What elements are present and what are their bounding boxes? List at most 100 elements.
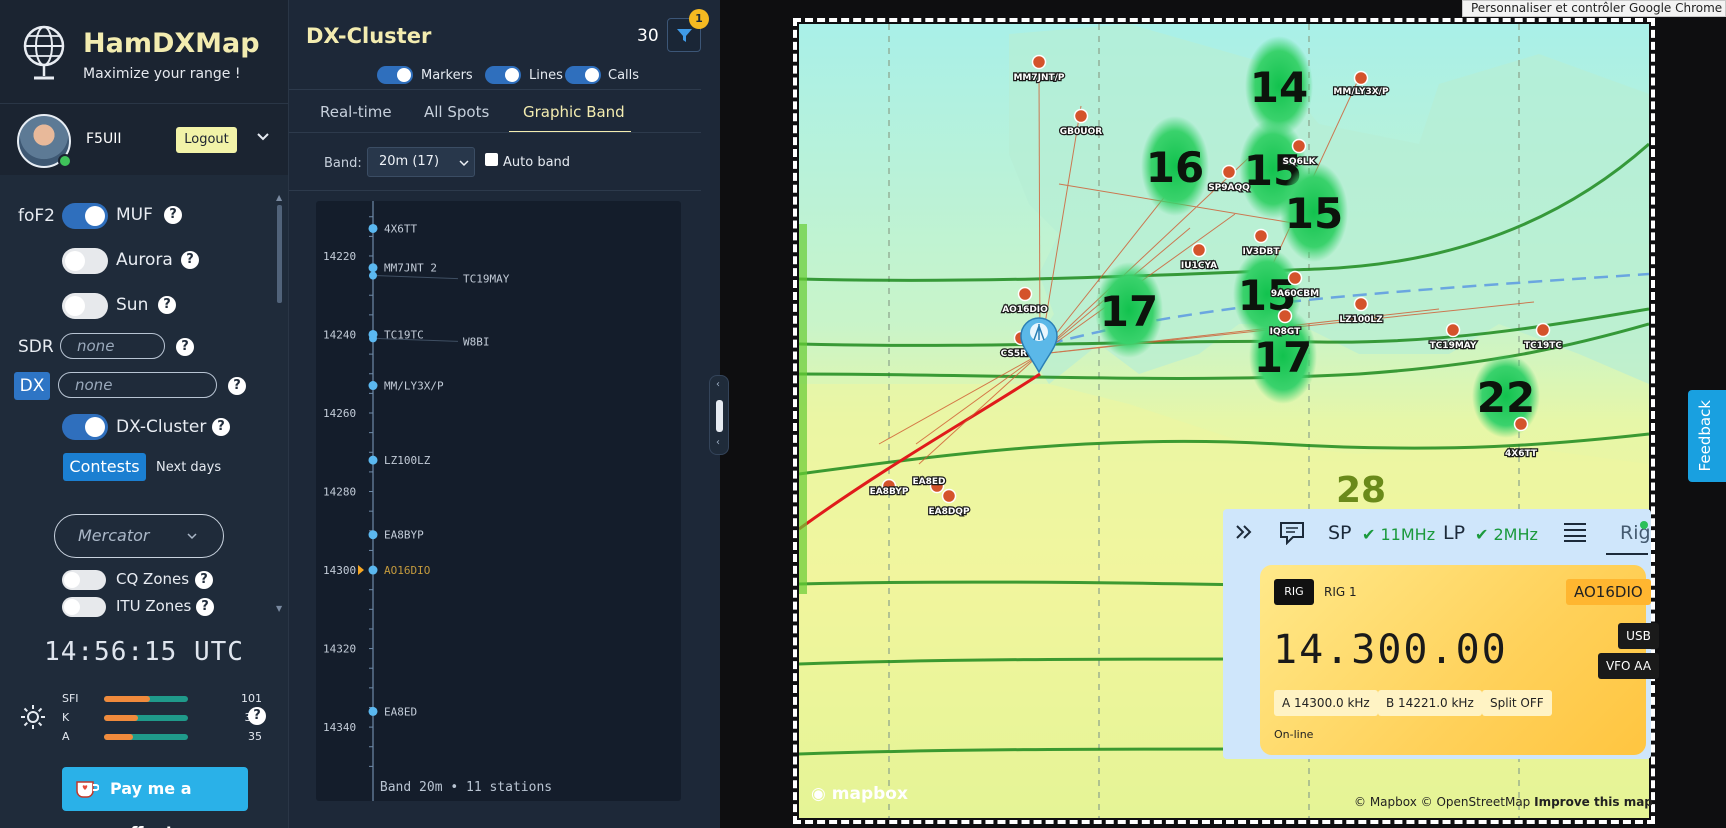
sp-tab[interactable]: SP — [1328, 522, 1352, 544]
dx-input[interactable]: none — [58, 372, 217, 398]
improve-map-link[interactable]: Improve this map — [1534, 795, 1653, 809]
spot-label[interactable]: EA8ED — [384, 705, 417, 718]
sdr-help-icon[interactable]: ? — [176, 338, 194, 356]
spot-label[interactable]: MM7JNT 2 — [384, 262, 437, 275]
spot-label[interactable]: LZ100LZ — [384, 454, 431, 467]
spot-dot[interactable] — [368, 263, 378, 273]
chat-icon[interactable] — [1279, 521, 1305, 545]
station-label[interactable]: IV3DBT — [1241, 246, 1281, 259]
spot-dot[interactable] — [369, 334, 377, 343]
station-label[interactable]: SP9AQQ — [1207, 182, 1251, 195]
station-marker[interactable] — [1287, 270, 1303, 286]
collapse-left-icon[interactable]: ‹ — [716, 379, 720, 390]
station-marker[interactable] — [1017, 286, 1033, 302]
solar-help-icon[interactable]: ? — [248, 707, 266, 725]
list-icon[interactable] — [1562, 521, 1588, 543]
scroll-up-icon[interactable]: ▲ — [276, 193, 284, 202]
station-label[interactable]: SQ6LK — [1281, 156, 1318, 169]
muf-toggle[interactable] — [62, 203, 108, 229]
station-label[interactable]: EA8BYP — [868, 486, 910, 499]
station-label[interactable]: EA8DQP — [927, 506, 971, 519]
dxcluster-help-icon[interactable]: ? — [212, 418, 230, 436]
station-marker[interactable] — [1253, 228, 1269, 244]
auto-band-checkbox[interactable] — [485, 153, 498, 166]
station-label[interactable]: IQ8GT — [1268, 326, 1302, 339]
spot-label[interactable]: TC19MAY — [463, 273, 510, 286]
station-marker[interactable] — [1191, 242, 1207, 258]
station-label[interactable]: TC19TC — [1523, 340, 1564, 353]
station-marker[interactable] — [1221, 164, 1237, 180]
lines-toggle[interactable] — [485, 66, 521, 84]
muf-help-icon[interactable]: ? — [164, 206, 182, 224]
rig-callsign[interactable]: AO16DIO — [1566, 579, 1651, 605]
station-marker[interactable] — [1031, 54, 1047, 70]
itu-zones-help-icon[interactable]: ? — [196, 598, 214, 616]
station-label[interactable]: LZ100LZ — [1338, 314, 1384, 327]
sun-toggle[interactable] — [62, 293, 108, 319]
station-label[interactable]: TC19MAY — [1428, 340, 1478, 353]
aurora-help-icon[interactable]: ? — [181, 251, 199, 269]
projection-select[interactable]: Mercator — [54, 514, 224, 558]
itu-zones-toggle[interactable] — [62, 597, 106, 617]
spot-label[interactable]: EA8BYP — [384, 529, 424, 542]
split-chip[interactable]: Split OFF — [1482, 690, 1552, 716]
tab-real-time[interactable]: Real-time — [320, 103, 392, 121]
attribution-text[interactable]: © Mapbox © OpenStreetMap — [1354, 795, 1530, 809]
contests-button[interactable]: Contests — [63, 453, 146, 481]
next-days-label[interactable]: Next days — [156, 460, 221, 475]
spot-dot[interactable] — [368, 223, 378, 233]
station-marker[interactable] — [1291, 138, 1307, 154]
sdr-input[interactable]: none — [60, 333, 165, 359]
mapbox-logo[interactable]: ◉ mapbox — [811, 784, 908, 804]
station-marker[interactable] — [1353, 70, 1369, 86]
station-label[interactable]: IU1CYA — [1180, 260, 1219, 273]
station-marker[interactable] — [1073, 108, 1089, 124]
lp-tab[interactable]: LP — [1443, 522, 1465, 544]
rig-mode-button[interactable]: USB — [1618, 623, 1659, 649]
chevron-down-icon[interactable] — [256, 130, 270, 144]
dx-help-icon[interactable]: ? — [228, 377, 246, 395]
auto-band-label[interactable]: Auto band — [503, 155, 570, 170]
station-marker[interactable] — [1445, 322, 1461, 338]
vfo-a-chip[interactable]: A 14300.0 kHz — [1274, 690, 1378, 716]
station-marker[interactable] — [1535, 322, 1551, 338]
station-label[interactable]: AO16DIO — [1001, 304, 1049, 317]
logout-button[interactable]: Logout — [176, 127, 237, 153]
pay-coffee-button[interactable]: Pay me a coffee! — [62, 767, 248, 828]
spot-dot[interactable] — [368, 530, 378, 540]
station-label[interactable]: EA8ED — [911, 476, 947, 489]
spot-label[interactable]: AO16DIO — [384, 564, 430, 577]
markers-toggle[interactable] — [377, 66, 413, 84]
dxcluster-toggle[interactable] — [62, 414, 108, 440]
station-marker[interactable] — [1353, 296, 1369, 312]
spot-dot[interactable] — [369, 271, 377, 280]
station-marker[interactable] — [941, 488, 957, 504]
aurora-toggle[interactable] — [62, 248, 108, 274]
calls-toggle[interactable] — [565, 66, 601, 84]
scroll-down-icon[interactable]: ▼ — [276, 604, 284, 613]
double-chevron-right-icon[interactable] — [1234, 522, 1254, 542]
tab-graphic-band[interactable]: Graphic Band — [523, 103, 625, 121]
panel-resize-handle[interactable]: ‹ ‹ — [709, 375, 729, 455]
spot-dot[interactable] — [368, 455, 378, 465]
spot-label[interactable]: W8BI — [463, 335, 490, 348]
spot-dot[interactable] — [368, 565, 378, 575]
cq-zones-help-icon[interactable]: ? — [195, 571, 213, 589]
station-marker[interactable] — [1513, 416, 1529, 432]
station-label[interactable]: 9A60CBM — [1270, 288, 1321, 301]
fof2-label[interactable]: foF2 — [18, 206, 55, 226]
spot-label[interactable]: 4X6TT — [384, 222, 417, 235]
station-label[interactable]: MM7JNT/P — [1012, 72, 1066, 85]
station-label[interactable]: 4X6TT — [1504, 448, 1539, 461]
cq-zones-toggle[interactable] — [62, 570, 106, 590]
station-marker[interactable] — [1277, 308, 1293, 324]
spot-label[interactable]: MM/LY3X/P — [384, 380, 444, 393]
sidebar-scrollbar[interactable] — [277, 205, 282, 303]
sun-help-icon[interactable]: ? — [158, 296, 176, 314]
rig-vfo-button[interactable]: VFO AA — [1598, 653, 1659, 679]
feedback-tab[interactable]: Feedback — [1688, 390, 1726, 482]
spot-dot[interactable] — [368, 381, 378, 391]
spot-dot[interactable] — [368, 706, 378, 716]
collapse-right-icon[interactable]: ‹ — [716, 437, 720, 448]
tab-all-spots[interactable]: All Spots — [424, 103, 489, 121]
